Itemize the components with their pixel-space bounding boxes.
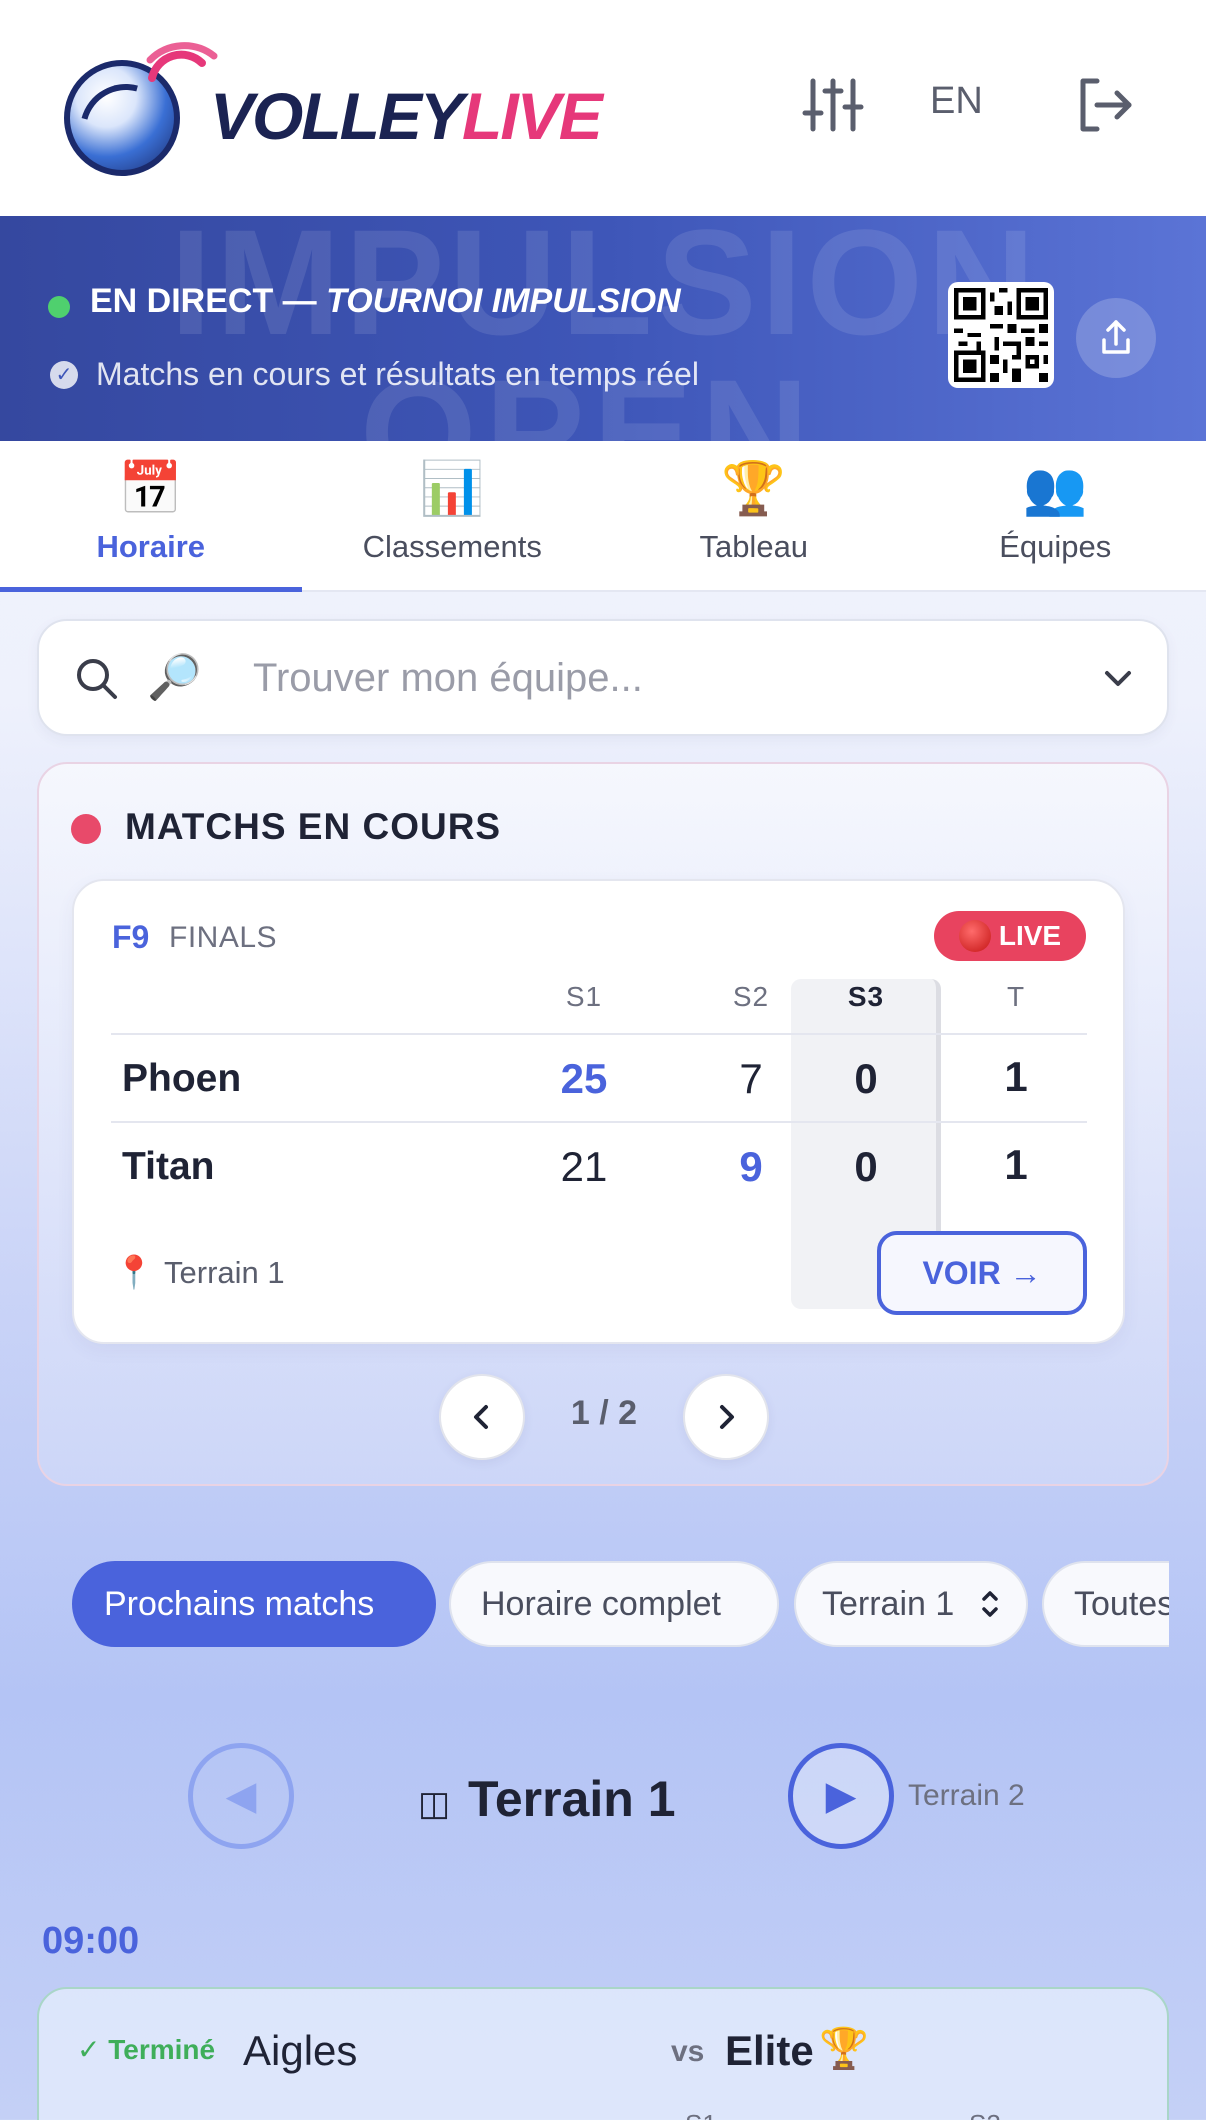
time-slot: 09:00 xyxy=(42,1920,140,1962)
court-select-value: Terrain 1 xyxy=(822,1584,955,1623)
col-header-s2: S2 xyxy=(732,981,770,1012)
col-header-s1: S1 xyxy=(685,2109,717,2120)
team-search[interactable]: 🔎 xyxy=(37,619,1169,736)
red-circle-icon xyxy=(958,920,991,952)
score-s1: 25 xyxy=(560,1055,608,1102)
tab-label: Tableau xyxy=(699,529,809,564)
tab-horaire[interactable]: 📅 Horaire xyxy=(0,441,302,592)
tab-classements[interactable]: 📊 Classements xyxy=(302,441,604,590)
event-banner: IMPULSION OPEN EN DIRECT — TOURNOI IMPUL… xyxy=(0,216,1206,441)
calendar-icon: 📅 xyxy=(118,460,184,518)
logout-icon[interactable] xyxy=(1070,70,1140,140)
pagination-indicator: 1 / 2 xyxy=(570,1394,638,1432)
next-court-button[interactable]: ▶ xyxy=(788,1743,894,1849)
play-right-icon: ▶ xyxy=(825,1774,857,1818)
updown-chevron-icon xyxy=(982,1591,998,1617)
schedule-match-card[interactable]: ✓ Terminé Aigles vs Elite 🏆 S1 S2 xyxy=(37,1987,1169,2120)
away-team: Elite xyxy=(725,2027,814,2074)
live-matches-section: MATCHS EN COURS F9 FINALS LIVE S1 S2 S3 … xyxy=(37,762,1169,1486)
play-left-icon: ◀ xyxy=(225,1774,257,1818)
schedule-filters: Prochains matchs Horaire complet Terrain… xyxy=(72,1561,1169,1647)
share-button[interactable] xyxy=(1076,298,1156,378)
filter-full-schedule[interactable]: Horaire complet xyxy=(449,1561,779,1647)
score-s2: 9 xyxy=(739,1143,763,1190)
tab-tableau[interactable]: 🏆 Tableau xyxy=(603,441,905,590)
users-icon: 👥 xyxy=(1022,460,1088,518)
tab-label: Horaire xyxy=(96,529,206,564)
score-total: 1 xyxy=(1004,1141,1028,1188)
share-icon xyxy=(1102,320,1130,354)
home-team: Aigles xyxy=(243,2027,358,2074)
check-icon: ✓ xyxy=(50,361,78,389)
match-code: F9 xyxy=(112,919,150,955)
live-indicator-dot xyxy=(71,814,101,844)
match-venue: Terrain 1 xyxy=(164,1255,285,1290)
score-s1: 21 xyxy=(560,1143,608,1190)
trophy-icon: 🏆 xyxy=(819,2027,869,2071)
col-header-s2: S2 xyxy=(969,2109,1001,2120)
banner-subtitle: Matchs en cours et résultats en temps ré… xyxy=(96,356,699,392)
team-name: Phoen xyxy=(122,1057,242,1100)
score-s2: 7 xyxy=(739,1055,763,1102)
score-total: 1 xyxy=(1004,1053,1028,1100)
language-toggle[interactable]: EN xyxy=(930,80,983,123)
current-court: Terrain 1 xyxy=(468,1771,676,1827)
vs-label: vs xyxy=(671,2035,705,2068)
next-page-button[interactable] xyxy=(683,1374,769,1460)
tab-label: Équipes xyxy=(999,529,1112,564)
col-header-s1: S1 xyxy=(565,981,603,1012)
next-court-label: Terrain 2 xyxy=(908,1779,1025,1812)
match-status: ✓ Terminé xyxy=(77,2034,216,2065)
banner-title: EN DIRECT — TOURNOI IMPULSION xyxy=(90,282,681,320)
search-icon xyxy=(77,659,117,699)
score-s3: 0 xyxy=(854,1143,878,1190)
col-header-s3: S3 xyxy=(847,981,885,1012)
logo-text: VOLLEYLIVE xyxy=(210,79,603,153)
live-status-dot xyxy=(48,296,70,318)
view-match-button[interactable]: VOIR → xyxy=(877,1231,1087,1315)
filter-upcoming[interactable]: Prochains matchs xyxy=(72,1561,436,1647)
chevron-left-icon xyxy=(474,1405,488,1429)
magnifier-emoji-icon: 🔎 xyxy=(147,653,202,702)
divider xyxy=(111,1033,1087,1035)
search-input[interactable] xyxy=(253,643,1093,713)
bar-chart-icon: 📊 xyxy=(419,460,485,518)
court-icon: ◫ xyxy=(418,1785,451,1823)
section-title: MATCHS EN COURS xyxy=(125,806,502,847)
app-header: VOLLEYLIVE EN xyxy=(0,0,1206,216)
col-header-total: T xyxy=(1006,981,1026,1012)
score-s3: 0 xyxy=(854,1055,878,1102)
prev-page-button[interactable] xyxy=(439,1374,525,1460)
qr-code[interactable] xyxy=(948,282,1054,388)
sliders-icon[interactable] xyxy=(798,70,868,140)
team-name: Titan xyxy=(122,1145,215,1188)
prev-court-button[interactable]: ◀ xyxy=(188,1743,294,1849)
volleylive-logo[interactable]: VOLLEYLIVE xyxy=(60,38,603,176)
match-round: FINALS xyxy=(169,921,278,954)
chevron-right-icon xyxy=(720,1405,734,1429)
tab-equipes[interactable]: 👥 Équipes xyxy=(905,441,1206,590)
chevron-down-icon[interactable] xyxy=(1101,661,1135,695)
location-pin-icon: 📍 xyxy=(114,1254,154,1290)
tab-label: Classements xyxy=(362,529,542,564)
divider xyxy=(111,1121,1087,1123)
court-select[interactable]: Terrain 1 xyxy=(794,1561,1028,1647)
trophy-icon: 🏆 xyxy=(721,460,787,518)
live-badge: LIVE xyxy=(934,911,1086,961)
filter-all[interactable]: Toutes xyxy=(1042,1561,1169,1647)
main-tabs: 📅 Horaire 📊 Classements 🏆 Tableau 👥 Équi… xyxy=(0,441,1206,592)
live-match-card[interactable]: F9 FINALS LIVE S1 S2 S3 T Phoen 25 7 0 1… xyxy=(72,879,1125,1344)
